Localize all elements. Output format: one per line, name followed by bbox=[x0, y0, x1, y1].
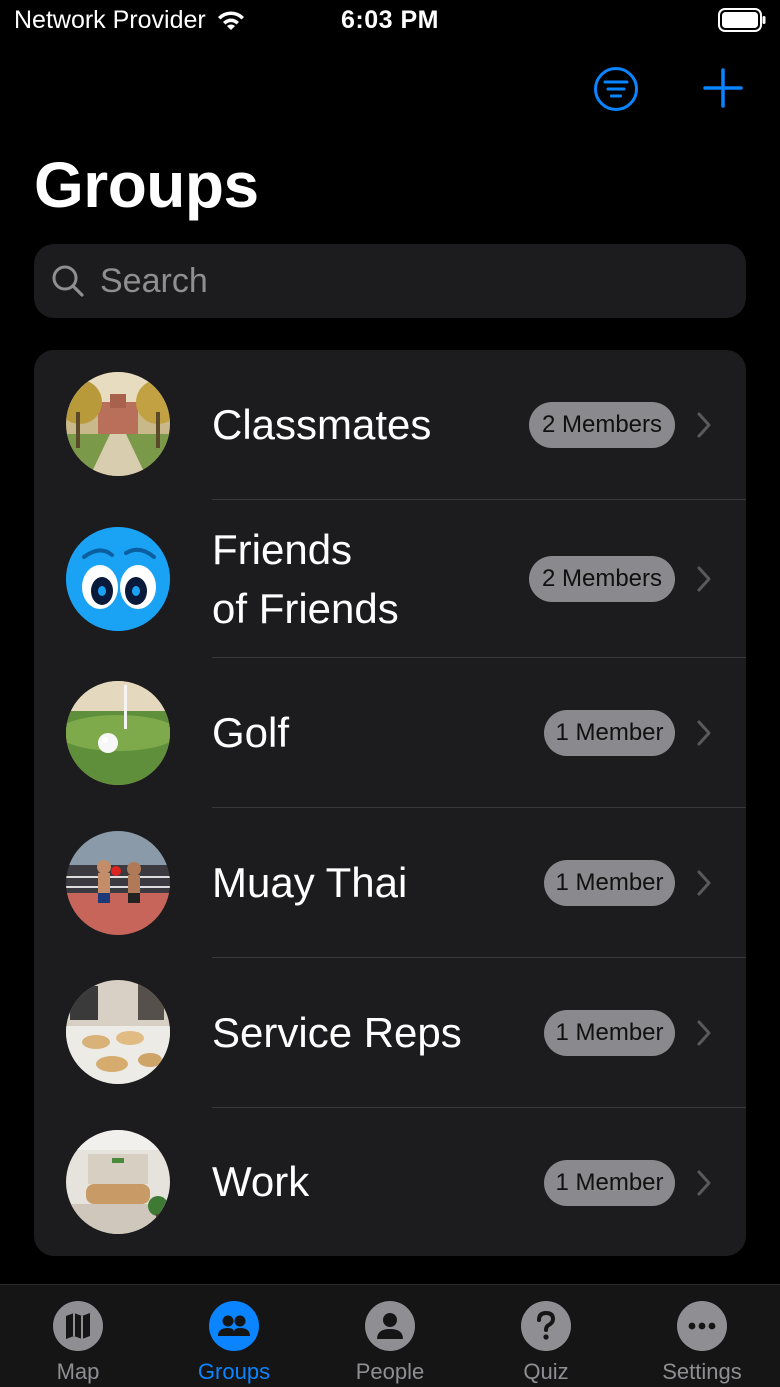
tab-label: Settings bbox=[662, 1359, 742, 1384]
status-time: 6:03 PM bbox=[341, 6, 439, 34]
chevron-right-icon bbox=[697, 870, 711, 896]
group-name: Golf bbox=[212, 709, 290, 756]
question-icon bbox=[521, 1301, 571, 1351]
group-row-golf[interactable]: Golf 1 Member bbox=[34, 658, 746, 808]
group-name-line-2: of Friends bbox=[212, 585, 399, 632]
person-icon bbox=[365, 1301, 415, 1351]
tab-label: Groups bbox=[197, 1359, 271, 1384]
chevron-right-icon bbox=[697, 412, 711, 438]
group-name-line-1: Friends bbox=[212, 526, 353, 573]
group-row-work[interactable]: Work 1 Member bbox=[34, 1108, 746, 1256]
group-row-service-reps[interactable]: Service Reps 1 Member bbox=[34, 958, 746, 1108]
chevron-right-icon bbox=[697, 1020, 711, 1046]
group-row-classmates[interactable]: Classmates 2 Members bbox=[34, 350, 746, 500]
battery-icon bbox=[718, 8, 766, 37]
tab-label: People bbox=[355, 1359, 425, 1384]
filter-button[interactable] bbox=[592, 65, 640, 113]
tab-settings[interactable]: Settings bbox=[624, 1285, 780, 1387]
filter-icon bbox=[594, 67, 638, 111]
groups-screen: Network Provider 6:03 PM Groups Search C… bbox=[0, 0, 780, 1387]
group-list: Classmates 2 Members Friends of Friends … bbox=[34, 350, 746, 1256]
group-name: Work bbox=[212, 1158, 310, 1205]
search-bar[interactable] bbox=[34, 244, 746, 318]
page-title: Groups bbox=[34, 149, 259, 221]
map-icon bbox=[53, 1301, 103, 1351]
tab-people[interactable]: People bbox=[312, 1285, 468, 1387]
search-icon bbox=[52, 265, 84, 297]
member-count-badge: 1 Member bbox=[544, 1160, 675, 1206]
tab-quiz[interactable]: Quiz bbox=[468, 1285, 624, 1387]
tab-bar: Map Groups People Quiz Settings bbox=[0, 1284, 780, 1387]
plus-icon bbox=[703, 68, 743, 108]
more-icon bbox=[677, 1301, 727, 1351]
chevron-right-icon bbox=[697, 1170, 711, 1196]
chevron-right-icon bbox=[697, 566, 711, 592]
status-bar: Network Provider 6:03 PM bbox=[0, 0, 780, 44]
group-row-friends-of-friends[interactable]: Friends of Friends 2 Members bbox=[34, 500, 746, 658]
group-avatar-work bbox=[66, 1130, 170, 1234]
group-name: Muay Thai bbox=[212, 859, 408, 906]
group-name: Classmates bbox=[212, 401, 432, 448]
group-avatar-friends-of-friends bbox=[66, 527, 170, 631]
member-count-badge: 1 Member bbox=[544, 860, 675, 906]
tab-label: Quiz bbox=[523, 1359, 569, 1384]
member-count-badge: 1 Member bbox=[544, 1010, 675, 1056]
search-input[interactable] bbox=[100, 261, 700, 301]
add-group-button[interactable] bbox=[702, 66, 744, 110]
group-row-muay-thai[interactable]: Muay Thai 1 Member bbox=[34, 808, 746, 958]
tab-label: Map bbox=[56, 1359, 100, 1384]
member-count-badge: 1 Member bbox=[544, 710, 675, 756]
group-avatar-classmates bbox=[66, 372, 170, 476]
member-count-badge: 2 Members bbox=[529, 402, 675, 448]
tab-map[interactable]: Map bbox=[0, 1285, 156, 1387]
group-avatar-service-reps bbox=[66, 980, 170, 1084]
group-name: Service Reps bbox=[212, 1009, 462, 1056]
chevron-right-icon bbox=[697, 720, 711, 746]
group-avatar-golf bbox=[66, 681, 170, 785]
tab-groups[interactable]: Groups bbox=[156, 1285, 312, 1387]
groups-icon bbox=[209, 1301, 259, 1351]
group-avatar-muay-thai bbox=[66, 831, 170, 935]
member-count-badge: 2 Members bbox=[529, 556, 675, 602]
